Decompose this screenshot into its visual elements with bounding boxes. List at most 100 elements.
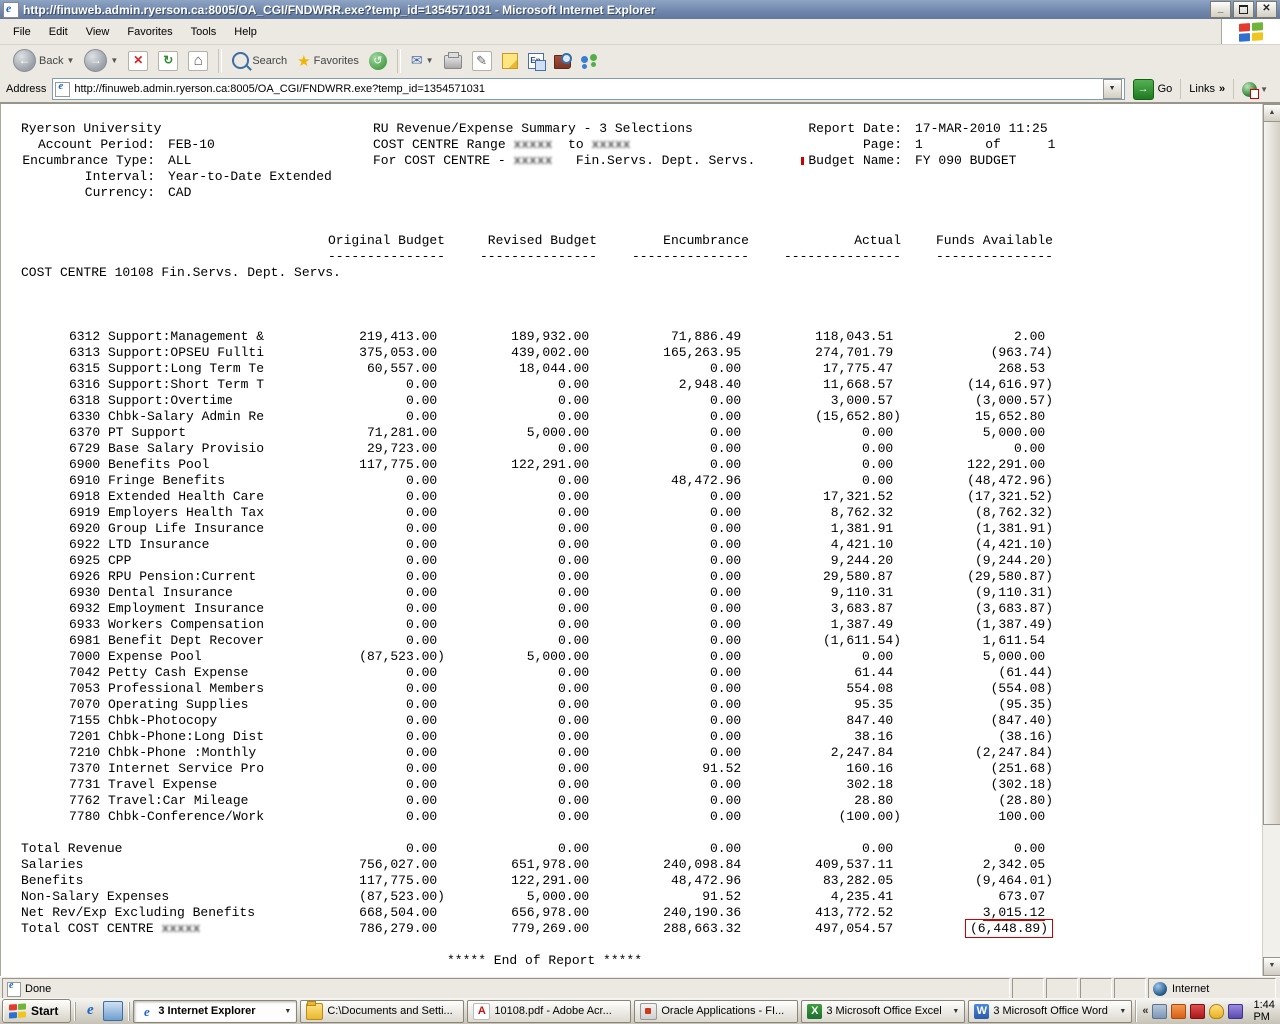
menu-tools[interactable]: Tools: [182, 22, 226, 42]
account-row-label: 7370 Internet Service Pro: [69, 761, 265, 776]
address-dropdown-button[interactable]: ▼: [1102, 79, 1122, 99]
back-dropdown-icon[interactable]: ▼: [66, 56, 74, 65]
start-button[interactable]: Start: [2, 999, 72, 1023]
report-cell: 160.16: [846, 761, 901, 776]
internet-explorer-icon[interactable]: e: [81, 1002, 99, 1020]
back-button[interactable]: ← Back ▼: [8, 47, 79, 74]
edit-button[interactable]: ✎: [467, 49, 497, 73]
taskbar-group-dropdown-icon[interactable]: ▼: [284, 1008, 291, 1015]
report-cell: 29,580.87: [822, 569, 901, 584]
messenger-button[interactable]: [576, 52, 602, 70]
address-url[interactable]: http://finuweb.admin.ryerson.ca:8005/OA_…: [74, 83, 1102, 95]
report-cell: 118,043.51: [815, 329, 901, 344]
taskbar-button-ie[interactable]: e 3 Internet Explorer ▼: [133, 999, 298, 1023]
taskbar-grip[interactable]: [74, 1001, 77, 1021]
account-row-label: 6316 Support:Short Term T: [69, 377, 265, 392]
system-tray: « 1:44 PM: [1135, 999, 1280, 1023]
close-button[interactable]: ✕: [1256, 1, 1277, 18]
forward-button[interactable]: → ▼: [79, 47, 123, 74]
report-cell: 0.00: [557, 601, 597, 616]
taskbar-group-dropdown-icon[interactable]: ▼: [1119, 1008, 1126, 1015]
report-cell: 0.00: [557, 393, 597, 408]
minimize-button[interactable]: _: [1210, 1, 1231, 18]
links-chevron-icon[interactable]: »: [1219, 83, 1225, 95]
search-button[interactable]: Search: [227, 50, 292, 71]
report-cell: 268.53: [998, 361, 1053, 376]
stop-button[interactable]: ✕: [123, 49, 153, 73]
total-row-label: Benefits: [21, 873, 84, 888]
history-button[interactable]: ↺: [364, 50, 392, 72]
java-icon[interactable]: [1152, 1003, 1168, 1019]
report-cell: (3,000.57): [974, 393, 1053, 408]
report-cell: 0.00: [405, 633, 445, 648]
report-field-label: Budget Name:: [808, 153, 902, 168]
menu-view[interactable]: View: [77, 22, 119, 42]
report-cell: 0.00: [709, 681, 749, 696]
report-cell: (1,387.49): [974, 617, 1053, 632]
toolbar-separator: [218, 48, 223, 73]
mail-dropdown-icon[interactable]: ▼: [426, 56, 434, 65]
report-cell: 786,279.00: [359, 921, 445, 936]
report-cell: (4,421.10): [974, 537, 1053, 552]
contribute-button[interactable]: ▼: [1233, 79, 1276, 99]
research-button[interactable]: [549, 50, 576, 71]
internet-globe-icon: [1153, 982, 1167, 996]
menu-favorites[interactable]: Favorites: [118, 22, 181, 42]
scroll-down-button[interactable]: ▼: [1263, 957, 1280, 976]
restore-button[interactable]: [1233, 1, 1254, 18]
report-cell: 0.00: [405, 585, 445, 600]
home-icon: ⌂: [188, 50, 209, 71]
java-update-icon[interactable]: [1171, 1003, 1187, 1019]
refresh-button[interactable]: ↻: [153, 49, 183, 73]
mail-button[interactable]: ✉ ▼: [406, 50, 439, 71]
links-bar[interactable]: Links »: [1180, 79, 1233, 99]
taskbar-button-word[interactable]: W3 Microsoft Office Word ▼: [968, 999, 1133, 1023]
contribute-dropdown-icon[interactable]: ▼: [1260, 85, 1268, 94]
account-row-label: 7070 Operating Supplies: [69, 697, 249, 712]
print-button[interactable]: [439, 50, 467, 71]
menu-edit[interactable]: Edit: [40, 22, 77, 42]
taskbar-button-folder[interactable]: C:\Documents and Setti...: [300, 999, 465, 1023]
section-title: COST CENTRE 10108 Fin.Servs. Dept. Servs…: [21, 265, 341, 280]
menu-file[interactable]: File: [4, 22, 40, 42]
report-cell: 60,557.00: [366, 361, 445, 376]
account-row-label: 6315 Support:Long Term Te: [69, 361, 265, 376]
translate-button[interactable]: En: [523, 51, 549, 71]
report-cell: 165,263.95: [663, 345, 749, 360]
address-input[interactable]: e http://finuweb.admin.ryerson.ca:8005/O…: [52, 78, 1125, 100]
report-cell: 0.00: [709, 489, 749, 504]
home-button[interactable]: ⌂: [183, 49, 213, 73]
report-cell: 0.00: [557, 473, 597, 488]
edit-icon: ✎: [471, 50, 492, 71]
taskbar-button-acrobat[interactable]: A 10108.pdf - Adobe Acr...: [467, 999, 632, 1023]
menu-help[interactable]: Help: [225, 22, 266, 42]
quick-launch-area: e: [79, 1001, 125, 1021]
report-field-value: FY 090 BUDGET: [915, 153, 1017, 168]
show-desktop-icon[interactable]: [103, 1001, 124, 1021]
vertical-scrollbar[interactable]: ▲ ▼: [1262, 104, 1280, 976]
report-cell: 0.00: [405, 377, 445, 392]
antivirus-icon[interactable]: [1190, 1003, 1206, 1019]
ie-page-icon: e: [3, 1, 19, 18]
taskbar-button-oracle[interactable]: Oracle Applications - FI...: [634, 999, 799, 1023]
scrollbar-thumb[interactable]: [1263, 121, 1280, 825]
go-label: Go: [1157, 83, 1173, 95]
messenger-icon: [580, 53, 597, 68]
favorites-button[interactable]: ★ Favorites: [292, 50, 364, 72]
security-alert-icon[interactable]: [1209, 1003, 1225, 1019]
report-cell: 0.00: [861, 441, 901, 456]
report-title: RU Revenue/Expense Summary - 3 Selection…: [373, 121, 693, 136]
taskbar-button-excel[interactable]: X3 Microsoft Office Excel ▼: [801, 999, 966, 1023]
account-row-label: 6920 Group Life Insurance: [69, 521, 265, 536]
redacted-value: xxxxx: [513, 153, 553, 168]
taskbar-group-dropdown-icon[interactable]: ▼: [952, 1008, 959, 1015]
notes-button[interactable]: [497, 51, 523, 71]
report-cell: 4,235.41: [830, 889, 901, 904]
tray-chevron-icon[interactable]: «: [1142, 1005, 1148, 1017]
account-row-label: 6918 Extended Health Care: [69, 489, 265, 504]
forward-dropdown-icon[interactable]: ▼: [110, 56, 118, 65]
messenger-tray-icon[interactable]: [1228, 1003, 1244, 1019]
report-cell: (15,652.80): [815, 409, 901, 424]
go-button[interactable]: → Go: [1132, 78, 1173, 100]
taskbar-grip[interactable]: [128, 1001, 131, 1021]
